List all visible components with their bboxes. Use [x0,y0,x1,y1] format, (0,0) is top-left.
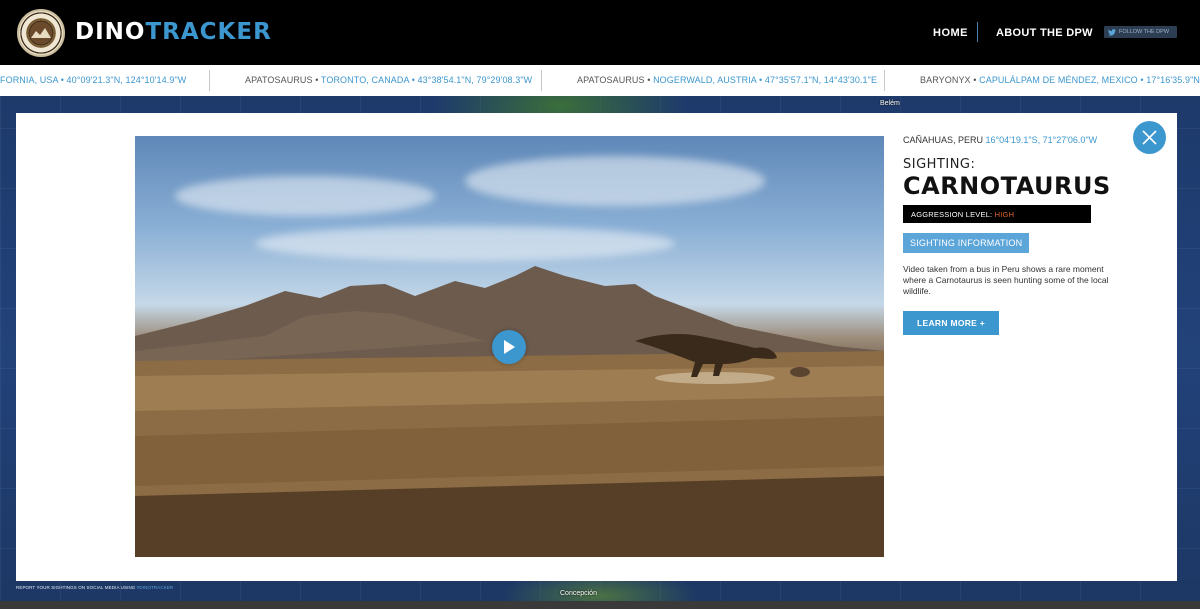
sighting-modal: CAÑAHUAS, PERU 16°04'19.1"S, 71°27'06.0"… [16,113,1177,581]
close-button[interactable] [1133,121,1166,154]
brand-primary: DINO [75,19,146,45]
sighting-label: SIGHTING: [903,157,976,172]
sighting-description: Video taken from a bus in Peru shows a r… [903,264,1109,296]
play-button[interactable] [492,330,526,364]
ticker-item[interactable]: FORNIA, USA • 40°09'21.3"N, 124°10'14.9"… [0,75,186,85]
ticker-item[interactable]: APATOSAURUS • TORONTO, CANADA • 43°38'54… [245,75,532,85]
follow-label: FOLLOW THE DPW [1119,29,1170,35]
ticker-divider [541,70,542,91]
tab-sighting-information[interactable]: SIGHTING INFORMATION [903,233,1030,253]
close-icon [1142,130,1157,145]
brand-logo[interactable]: DINOTRACKER [75,19,272,45]
social-text: REPORT YOUR SIGHTINGS ON SOCIAL MEDIA US… [16,585,136,590]
map-label-concepcion: Concepción [560,590,597,597]
hashtag-link[interactable]: #DINOTRACKER [137,585,173,590]
site-header: DINOTRACKER HOME ABOUT THE DPW FOLLOW TH… [0,0,1200,65]
follow-twitter-button[interactable]: FOLLOW THE DPW [1104,26,1177,38]
dpw-seal-logo[interactable] [17,9,65,57]
dinosaur-name: CARNOTAURUS [903,172,1111,200]
twitter-icon [1108,28,1116,36]
aggression-label: AGGRESSION LEVEL: [911,210,993,219]
nav-about-link[interactable]: ABOUT THE DPW [996,27,1093,39]
video-player[interactable] [135,136,884,557]
learn-more-button[interactable]: LEARN MORE + [903,311,1000,335]
location-name: CAÑAHUAS, PERU [903,135,984,145]
bottom-bar [0,601,1200,609]
location-coords[interactable]: 16°04'19.1"S, 71°27'06.0"W [986,135,1098,145]
sighting-info-panel: CAÑAHUAS, PERU 16°04'19.1"S, 71°27'06.0"… [903,135,1133,335]
map-label-belem: Belém [880,100,900,107]
ticker-divider [209,70,210,91]
aggression-value: HIGH [994,210,1015,219]
sighting-location: CAÑAHUAS, PERU 16°04'19.1"S, 71°27'06.0"… [903,135,1133,145]
ticker-divider [884,70,885,91]
brand-accent: TRACKER [145,19,272,45]
sightings-ticker: FORNIA, USA • 40°09'21.3"N, 124°10'14.9"… [0,65,1200,96]
ticker-item[interactable]: APATOSAURUS • NOGERWALD, AUSTRIA • 47°35… [577,75,877,85]
nav-home-link[interactable]: HOME [933,27,968,39]
nav-divider [977,22,978,42]
social-media-note: REPORT YOUR SIGHTINGS ON SOCIAL MEDIA US… [16,585,173,590]
play-icon [504,340,515,354]
ticker-item[interactable]: BARYONYX • CAPULÁLPAM DE MÉNDEZ, MEXICO … [920,75,1200,85]
aggression-level-bar: AGGRESSION LEVEL: HIGH [903,205,1091,223]
